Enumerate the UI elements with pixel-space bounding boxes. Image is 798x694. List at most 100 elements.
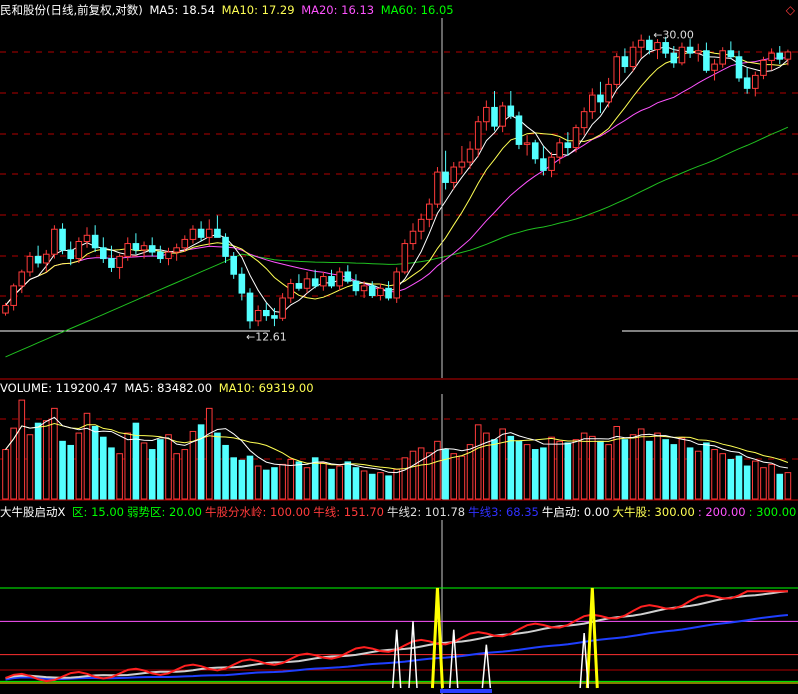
- volume-bar-81: [662, 439, 669, 500]
- ma60-line: [5, 126, 789, 358]
- volume-bar-95: [776, 473, 784, 500]
- candle-body-20: [165, 251, 172, 260]
- volume-bar-83: [678, 437, 686, 500]
- indicator-item-0: 区: 15.00: [72, 505, 124, 519]
- volume-bar-96: [784, 472, 792, 500]
- volume-bar-63: [515, 440, 523, 500]
- volume-bar-54: [442, 449, 449, 500]
- candle-body-41: [336, 271, 343, 287]
- candle-body-68: [556, 142, 564, 158]
- candle-body-79: [646, 39, 653, 51]
- candle-body-44: [360, 285, 368, 292]
- candle-body-33: [271, 315, 278, 319]
- volume-bar-42: [344, 461, 352, 500]
- volume-ma10: MA10: 69319.00: [218, 381, 314, 395]
- candle-body-63: [515, 115, 523, 145]
- candle-body-1: [10, 285, 17, 306]
- volume-bar-28: [230, 457, 237, 500]
- volume-bar-40: [328, 468, 335, 500]
- volume-bar-70: [572, 439, 580, 500]
- candle-body-67: [548, 156, 555, 171]
- candle-body-66: [540, 158, 547, 171]
- candle-body-62: [507, 105, 515, 117]
- candle-body-32: [263, 309, 270, 317]
- volume-bar-32: [263, 469, 270, 500]
- volume-bar-88: [719, 453, 727, 500]
- stock-title: 民和股份(日线,前复权,对数): [0, 3, 143, 17]
- candle-body-19: [157, 251, 164, 260]
- candle-body-85: [694, 50, 702, 54]
- candle-body-46: [377, 287, 384, 297]
- volume-bar-29: [238, 459, 246, 500]
- indicator-item-3: 牛线: 151.70: [313, 505, 385, 519]
- volume-bar-66: [540, 447, 547, 500]
- candle-body-80: [654, 42, 661, 51]
- volume-bar-21: [173, 453, 180, 500]
- volume-bar-30: [246, 455, 254, 500]
- indicator-item-7: 大牛股: 300.00: [612, 505, 695, 519]
- volume-bar-71: [580, 432, 588, 500]
- ma5-legend: MA5: 18.54: [149, 3, 216, 17]
- candle-body-60: [491, 106, 498, 127]
- candle-body-35: [287, 283, 295, 299]
- candle-body-40: [328, 276, 335, 287]
- candle-body-7: [59, 228, 66, 251]
- candle-body-82: [670, 52, 678, 64]
- candle-body-86: [703, 50, 710, 71]
- volume-bar-58: [474, 424, 482, 500]
- volume-bar-39: [320, 462, 327, 500]
- candle-body-94: [768, 52, 775, 61]
- volume-bar-65: [531, 449, 539, 500]
- indicator-legend: 大牛股启动X 区: 15.00 弱势区: 20.00 牛股分水岭: 100.00 牛线…: [0, 505, 798, 519]
- volume-bar-84: [686, 447, 694, 500]
- volume-bar-16: [132, 422, 140, 500]
- volume-bar-26: [214, 432, 221, 500]
- candle-body-56: [458, 161, 466, 168]
- volume-bar-6: [51, 407, 58, 500]
- volume-bar-36: [295, 461, 303, 500]
- volume-bar-22: [181, 449, 189, 500]
- volume-bar-78: [637, 428, 645, 500]
- candle-body-24: [197, 228, 205, 238]
- candle-body-10: [83, 234, 91, 242]
- volume-bar-41: [336, 465, 343, 500]
- diamond-icon[interactable]: ◇: [786, 3, 795, 17]
- candle-body-77: [629, 46, 637, 68]
- volume-bar-48: [393, 468, 400, 500]
- candle-body-45: [368, 285, 376, 297]
- candle-body-76: [621, 56, 629, 68]
- volume-bar-15: [124, 432, 132, 500]
- candle-body-39: [320, 276, 327, 287]
- volume-bar-94: [768, 463, 775, 500]
- volume-bar-73: [597, 440, 604, 500]
- volume-bar-69: [564, 442, 572, 500]
- candle-body-55: [450, 166, 458, 183]
- volume-bar-91: [743, 465, 751, 500]
- candle-body-65: [531, 142, 539, 160]
- candle-body-57: [466, 148, 474, 163]
- candle-body-8: [67, 249, 75, 260]
- volume-bar-90: [735, 455, 743, 500]
- stock-chart: ←30.00 ←12.61: [0, 18, 798, 694]
- candle-body-95: [776, 52, 784, 60]
- start-spike-1: [585, 587, 599, 689]
- candle-body-6: [51, 228, 58, 255]
- indicator-item-1: 弱势区: 20.00: [127, 505, 202, 519]
- indicator-item-8: : 200.00: [697, 505, 746, 519]
- volume-bar-5: [42, 420, 50, 500]
- candle-body-22: [181, 238, 189, 249]
- volume-bar-14: [116, 453, 123, 500]
- candle-body-23: [189, 228, 197, 240]
- candle-body-50: [409, 230, 417, 245]
- volume-bar-38: [311, 457, 319, 500]
- volume-bar-17: [140, 442, 148, 500]
- volume-bar-4: [34, 422, 42, 500]
- candle-body-14: [116, 255, 123, 268]
- candle-body-18: [148, 245, 156, 253]
- volume-bar-25: [205, 407, 213, 500]
- candle-body-52: [426, 203, 433, 220]
- volume-bar-87: [711, 449, 718, 500]
- volume-bar-2: [18, 399, 26, 500]
- candle-body-75: [613, 56, 621, 85]
- candle-body-11: [91, 234, 99, 249]
